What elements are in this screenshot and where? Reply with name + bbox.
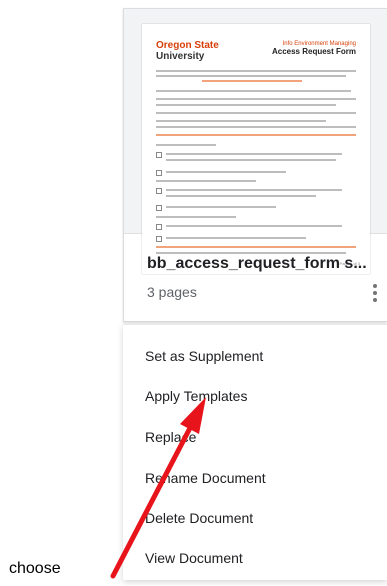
doc-text-line: [156, 75, 346, 77]
doc-text-line: [156, 98, 356, 100]
menu-item-apply-templates[interactable]: Apply Templates: [123, 376, 387, 416]
doc-text-line: [166, 189, 342, 191]
doc-text-line: [156, 134, 356, 136]
menu-item-set-as-supplement[interactable]: Set as Supplement: [123, 336, 387, 376]
logo-line-1: Oregon State: [156, 40, 219, 51]
menu-item-replace[interactable]: Replace: [123, 417, 387, 457]
doc-text-line: [166, 206, 276, 208]
document-thumbnail: Oregon State University Info Environment…: [142, 24, 370, 274]
doc-text-line: [202, 80, 302, 82]
doc-text-line: [156, 144, 216, 146]
doc-checkbox: [156, 224, 162, 230]
osu-logo: Oregon State University: [156, 40, 219, 62]
doc-text-line: [166, 171, 286, 173]
more-vert-icon-dot: [373, 298, 377, 302]
more-vert-icon-dot: [373, 291, 377, 295]
doc-checkbox: [156, 152, 162, 158]
doc-text-line: [156, 252, 346, 254]
page-count: 3 pages: [147, 284, 197, 300]
doc-text-line: [166, 159, 336, 161]
doc-text-line: [156, 112, 356, 114]
annotation-caption: choose: [9, 560, 61, 577]
doc-text-line: [166, 195, 316, 197]
doc-text-line: [166, 225, 342, 227]
doc-text-line: [156, 216, 236, 218]
doc-text-line: [166, 153, 342, 155]
menu-item-rename-document[interactable]: Rename Document: [123, 458, 387, 498]
thumbnail-area[interactable]: Oregon State University Info Environment…: [124, 9, 387, 274]
menu-item-delete-document[interactable]: Delete Document: [123, 498, 387, 538]
document-file-name[interactable]: bb_access_request_form s...: [147, 255, 372, 273]
doc-text-line: [156, 246, 356, 248]
doc-checkbox: [156, 236, 162, 242]
doc-text-line: [156, 70, 356, 72]
document-context-menu: Set as Supplement Apply Templates Replac…: [123, 324, 387, 580]
more-vert-icon-dot: [373, 284, 377, 288]
doc-checkbox: [156, 188, 162, 194]
doc-text-line: [166, 237, 306, 239]
document-card[interactable]: Oregon State University Info Environment…: [123, 8, 387, 322]
form-title-line-2: Access Request Form: [271, 47, 356, 56]
doc-checkbox: [156, 205, 162, 211]
more-options-button[interactable]: [365, 279, 385, 307]
menu-item-view-document[interactable]: View Document: [123, 538, 387, 578]
doc-text-line: [156, 104, 336, 106]
doc-text-line: [156, 120, 326, 122]
doc-text-line: [156, 126, 356, 128]
form-title: Info Environment Managing Access Request…: [272, 40, 356, 56]
logo-line-2: University: [156, 51, 205, 62]
doc-text-line: [156, 180, 256, 182]
doc-text-line: [156, 90, 351, 92]
doc-checkbox: [156, 170, 162, 176]
